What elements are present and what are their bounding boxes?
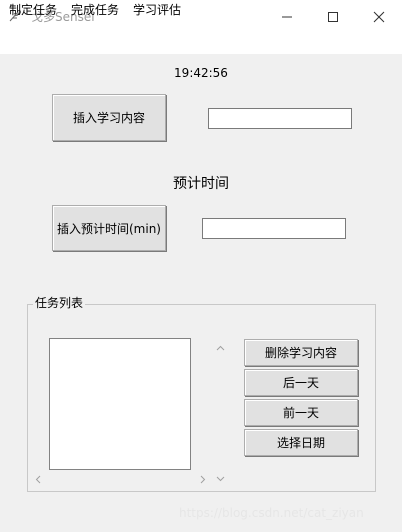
menu-study-evaluation[interactable]: 学习评估 — [133, 1, 181, 19]
scroll-left-button[interactable] — [31, 472, 45, 486]
choose-date-label: 选择日期 — [276, 436, 325, 450]
minimize-icon — [282, 16, 292, 18]
previous-day-label: 前一天 — [282, 406, 319, 420]
chevron-left-icon — [35, 475, 41, 483]
delete-study-content-label: 删除学习内容 — [264, 346, 337, 360]
clock-label: 19:42:56 — [174, 66, 228, 80]
insert-study-content-button[interactable]: 插入学习内容 — [52, 94, 166, 141]
close-button[interactable] — [356, 0, 402, 34]
insert-estimated-time-button[interactable]: 插入预计时间(min) — [52, 205, 166, 251]
next-day-label: 后一天 — [282, 376, 319, 390]
study-content-input[interactable] — [208, 108, 352, 129]
task-listbox[interactable] — [49, 338, 191, 470]
choose-date-button[interactable]: 选择日期 — [244, 429, 358, 456]
maximize-button[interactable] — [310, 0, 356, 34]
menu-make-task[interactable]: 制定任务 — [9, 1, 57, 19]
estimated-time-input[interactable] — [202, 218, 346, 239]
horizontal-scrollbar[interactable] — [31, 472, 209, 486]
vertical-scrollbar[interactable] — [212, 338, 229, 486]
chevron-up-icon — [216, 345, 225, 351]
scroll-right-button[interactable] — [196, 472, 210, 486]
insert-estimated-time-label: 插入预计时间(min) — [57, 221, 161, 236]
estimated-time-label: 预计时间 — [173, 176, 229, 192]
chevron-right-icon — [200, 475, 206, 483]
previous-day-button[interactable]: 前一天 — [244, 399, 358, 426]
close-icon — [373, 11, 385, 23]
insert-study-content-label: 插入学习内容 — [72, 111, 145, 125]
chevron-down-icon — [216, 476, 225, 482]
minimize-button[interactable] — [264, 0, 310, 34]
scroll-up-button[interactable] — [212, 341, 229, 355]
delete-study-content-button[interactable]: 删除学习内容 — [244, 339, 358, 366]
menu-bar — [0, 34, 402, 54]
maximize-icon — [328, 12, 338, 22]
scroll-down-button[interactable] — [212, 472, 229, 486]
menu-complete-task[interactable]: 完成任务 — [71, 1, 119, 19]
watermark-text: https://blog.csdn.net/cat_ziyan — [179, 506, 364, 520]
next-day-button[interactable]: 后一天 — [244, 369, 358, 396]
task-list-group-label: 任务列表 — [33, 295, 86, 311]
